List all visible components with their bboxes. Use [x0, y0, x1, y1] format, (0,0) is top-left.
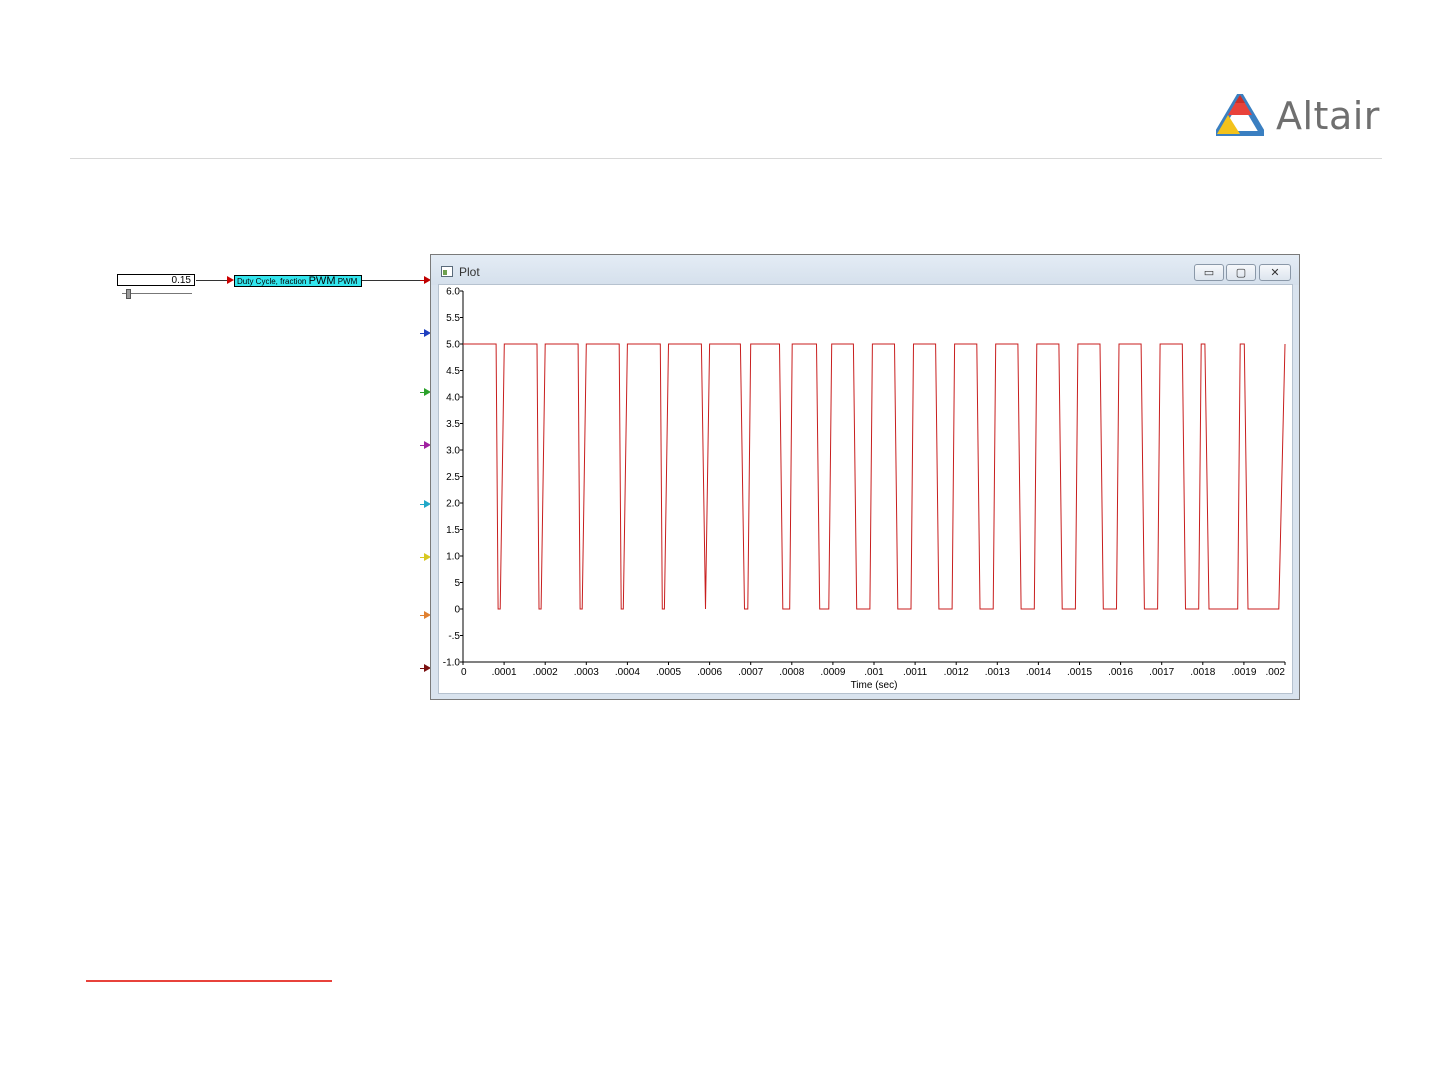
y-tick-label: 0 — [454, 605, 460, 616]
pwm-output-label: PWM — [337, 277, 358, 286]
footer-accent-line — [86, 980, 332, 982]
x-tick-label: .0001 — [492, 667, 517, 678]
altair-logo: Altair — [1216, 92, 1386, 140]
x-tick-label: .0014 — [1026, 667, 1051, 678]
close-icon: ✕ — [1270, 266, 1280, 279]
pwm-line-chart: 6.0 5.5 5.0 4.5 4.0 3.5 3.0 2.5 2.0 1.5 1.0 5 0 -.5 -1… — [443, 287, 1286, 691]
minimize-icon: ▭ — [1203, 266, 1215, 279]
y-tick-label: 4.0 — [446, 393, 460, 404]
wire-slider-to-pwm — [196, 280, 227, 281]
y-tick-label: 3.5 — [446, 419, 460, 430]
y-tick-label: -1.0 — [443, 658, 461, 669]
y-tick-label: 5.5 — [446, 313, 460, 324]
x-tick-label: 0 — [461, 667, 467, 678]
x-tick-label: .0016 — [1108, 667, 1133, 678]
slider-value-display[interactable]: 0.15 — [117, 274, 195, 286]
x-tick-label: .0004 — [615, 667, 640, 678]
x-tick-label: .001 — [864, 667, 884, 678]
y-tick-label: 3.0 — [446, 446, 460, 457]
maximize-button[interactable]: ▢ — [1226, 264, 1256, 281]
x-tick-label: .0002 — [533, 667, 558, 678]
plot-window[interactable]: Plot ▭ ▢ ✕ 6.0 5.5 5.0 4.5 4.0 3.5 3.0 2.5 2.0 1.… — [430, 254, 1300, 700]
slide-page: Altair 0.15 Duty Cycle, fraction PWM PWM… — [0, 0, 1440, 1080]
y-tick-label: 2.0 — [446, 499, 460, 510]
plot-titlebar[interactable]: Plot ▭ ▢ ✕ — [431, 255, 1299, 285]
y-tick-label: 5.0 — [446, 340, 460, 351]
close-button[interactable]: ✕ — [1259, 264, 1291, 281]
slider-thumb[interactable] — [126, 289, 131, 299]
pwm-block[interactable]: Duty Cycle, fraction PWM PWM — [234, 275, 362, 287]
pwm-input-label: Duty Cycle, fraction — [237, 277, 307, 286]
x-tick-label: .0009 — [820, 667, 845, 678]
x-tick-label: .0019 — [1231, 667, 1256, 678]
x-tick-label: .0007 — [738, 667, 763, 678]
y-tick-label: 5 — [454, 578, 460, 589]
minimize-button[interactable]: ▭ — [1194, 264, 1224, 281]
header-divider — [70, 158, 1382, 159]
wire-pwm-to-plot — [362, 280, 424, 281]
x-tick-label: .0011 — [903, 667, 928, 678]
plot-area[interactable]: 6.0 5.5 5.0 4.5 4.0 3.5 3.0 2.5 2.0 1.5 1.0 5 0 -.5 -1… — [438, 284, 1293, 694]
x-tick-label: .0017 — [1149, 667, 1174, 678]
altair-logo-icon — [1216, 94, 1264, 136]
x-tick-label: .0008 — [779, 667, 804, 678]
plot-window-title: Plot — [459, 265, 480, 279]
x-tick-label: .0005 — [656, 667, 681, 678]
maximize-icon: ▢ — [1235, 266, 1247, 279]
x-tick-label: .0013 — [985, 667, 1010, 678]
y-tick-label: 4.5 — [446, 366, 460, 377]
x-axis-label: Time (sec) — [851, 680, 898, 691]
y-tick-label: 2.5 — [446, 472, 460, 483]
x-tick-label: .0018 — [1190, 667, 1215, 678]
slider-track[interactable] — [122, 293, 192, 294]
y-tick-label: 1.0 — [446, 552, 460, 563]
x-tick-label: .0003 — [574, 667, 599, 678]
pwm-signal-line — [463, 343, 1286, 610]
x-tick-label: .0015 — [1067, 667, 1092, 678]
x-tick-label: .0006 — [697, 667, 722, 678]
logo-wordmark: Altair — [1276, 94, 1380, 138]
x-tick-label: .002 — [1266, 667, 1286, 678]
y-tick-label: 1.5 — [446, 525, 460, 536]
pwm-input-arrow-icon — [227, 276, 234, 284]
y-tick-label: 6.0 — [446, 287, 460, 298]
y-tick-label: -.5 — [448, 631, 460, 642]
plot-window-icon — [441, 266, 453, 277]
x-tick-label: .0012 — [944, 667, 969, 678]
pwm-block-title: PWM — [308, 275, 336, 287]
